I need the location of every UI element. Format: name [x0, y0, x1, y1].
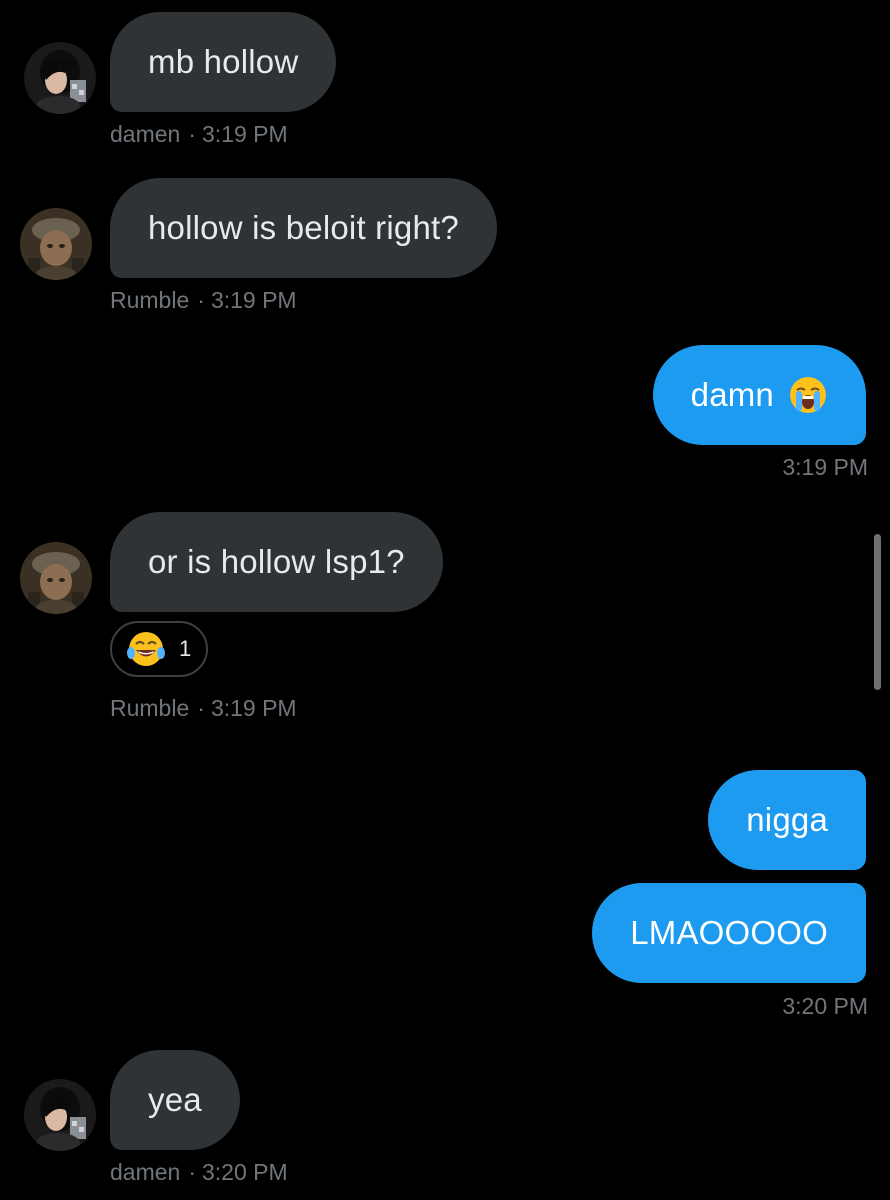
avatar-rumble[interactable]	[20, 208, 92, 280]
message-meta: Rumble · 3:19 PM	[110, 695, 297, 722]
loudly-crying-face-icon	[788, 375, 828, 415]
avatar-damen-image	[24, 42, 96, 114]
timestamp: 3:20 PM	[782, 993, 868, 1019]
message-meta: damen · 3:19 PM	[110, 121, 288, 148]
avatar-rumble-image	[20, 542, 92, 614]
reaction-chip[interactable]: 1	[110, 621, 208, 677]
message-meta: 3:20 PM	[782, 993, 868, 1020]
message-bubble-outgoing[interactable]: LMAOOOOO	[592, 883, 866, 983]
face-with-tears-of-joy-icon	[127, 632, 165, 666]
message-text: hollow is beloit right?	[148, 209, 459, 246]
message-text: yea	[148, 1081, 202, 1118]
avatar-damen[interactable]	[24, 1079, 96, 1151]
avatar-rumble[interactable]	[20, 542, 92, 614]
timestamp: 3:19 PM	[202, 121, 288, 147]
sender-name[interactable]: Rumble	[110, 695, 189, 721]
avatar-damen-image	[24, 1079, 96, 1151]
message-bubble-outgoing[interactable]: damn	[652, 345, 866, 445]
timestamp: 3:19 PM	[210, 287, 297, 313]
meta-separator: ·	[188, 121, 196, 147]
message-text: LMAOOOOO	[630, 914, 828, 951]
message-bubble[interactable]: or is hollow lsp1?	[110, 512, 443, 612]
timestamp: 3:19 PM	[782, 454, 868, 480]
meta-separator: ·	[197, 695, 205, 721]
message-bubble-outgoing[interactable]: nigga	[708, 770, 866, 870]
message-text: nigga	[746, 801, 828, 838]
timestamp: 3:19 PM	[210, 695, 297, 721]
scrollbar-thumb[interactable]	[874, 534, 881, 690]
sender-name[interactable]: damen	[110, 1159, 180, 1185]
sender-name[interactable]: Rumble	[110, 287, 189, 313]
reaction-count: 1	[179, 636, 192, 661]
timestamp: 3:20 PM	[202, 1159, 288, 1185]
message-bubble[interactable]: mb hollow	[110, 12, 337, 112]
message-meta: 3:19 PM	[782, 454, 868, 481]
message-meta: Rumble · 3:19 PM	[110, 287, 297, 314]
avatar-damen[interactable]	[24, 42, 96, 114]
message-text: mb hollow	[148, 43, 299, 80]
message-bubble[interactable]: yea	[110, 1050, 240, 1150]
meta-separator: ·	[197, 287, 205, 313]
meta-separator: ·	[188, 1159, 196, 1185]
message-bubble[interactable]: hollow is beloit right?	[110, 178, 497, 278]
message-meta: damen · 3:20 PM	[110, 1159, 288, 1186]
message-text: or is hollow lsp1?	[148, 543, 405, 580]
avatar-rumble-image	[20, 208, 92, 280]
message-text: damn	[690, 376, 774, 413]
sender-name[interactable]: damen	[110, 121, 180, 147]
